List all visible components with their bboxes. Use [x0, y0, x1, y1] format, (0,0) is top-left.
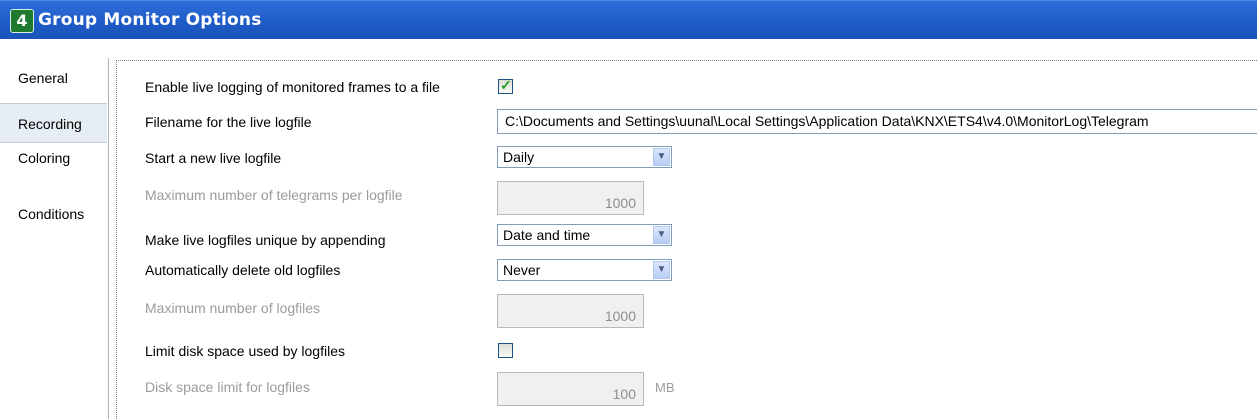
checkmark-icon: ✓ [500, 77, 512, 93]
chevron-down-icon[interactable]: ▼ [653, 261, 670, 279]
chevron-down-icon[interactable]: ▼ [653, 148, 670, 166]
sidebar-item-recording[interactable]: Recording [0, 103, 107, 143]
disk-space-unit: MB [655, 380, 675, 395]
enable-live-logging-label: Enable live logging of monitored frames … [145, 79, 440, 95]
window-title: Group Monitor Options [38, 10, 262, 30]
ets4-app-icon: 4 [10, 9, 34, 33]
auto-delete-label: Automatically delete old logfiles [145, 262, 341, 278]
window-titlebar[interactable]: 4 Group Monitor Options [0, 0, 1257, 39]
start-new-logfile-value: Daily [503, 149, 535, 165]
start-new-logfile-select[interactable]: Daily ▼ [497, 146, 672, 168]
filename-input[interactable]: C:\Documents and Settings\uunal\Local Se… [497, 109, 1257, 134]
disk-space-limit-input: 100 [497, 372, 644, 406]
disk-space-limit-label: Disk space limit for logfiles [145, 379, 310, 395]
chevron-down-icon[interactable]: ▼ [653, 226, 670, 244]
max-telegrams-label: Maximum number of telegrams per logfile [145, 187, 403, 203]
start-new-logfile-label: Start a new live logfile [145, 150, 282, 166]
limit-disk-space-checkbox[interactable] [498, 343, 513, 358]
options-sidebar: General Recording Coloring Conditions [0, 58, 109, 419]
max-logfiles-input: 1000 [497, 294, 644, 328]
enable-live-logging-checkbox[interactable]: ✓ [498, 77, 513, 94]
unique-append-value: Date and time [503, 227, 591, 243]
auto-delete-select[interactable]: Never ▼ [497, 259, 672, 281]
sidebar-item-conditions[interactable]: Conditions [0, 194, 107, 234]
unique-append-label: Make live logfiles unique by appending [145, 232, 386, 248]
max-logfiles-label: Maximum number of logfiles [145, 300, 321, 316]
unique-append-select[interactable]: Date and time ▼ [497, 224, 672, 246]
sidebar-item-general[interactable]: General [0, 58, 107, 98]
limit-disk-space-label: Limit disk space used by logfiles [145, 343, 345, 359]
max-telegrams-input: 1000 [497, 181, 644, 215]
sidebar-item-coloring[interactable]: Coloring [0, 138, 107, 178]
auto-delete-value: Never [503, 262, 541, 278]
filename-label: Filename for the live logfile [145, 114, 312, 130]
